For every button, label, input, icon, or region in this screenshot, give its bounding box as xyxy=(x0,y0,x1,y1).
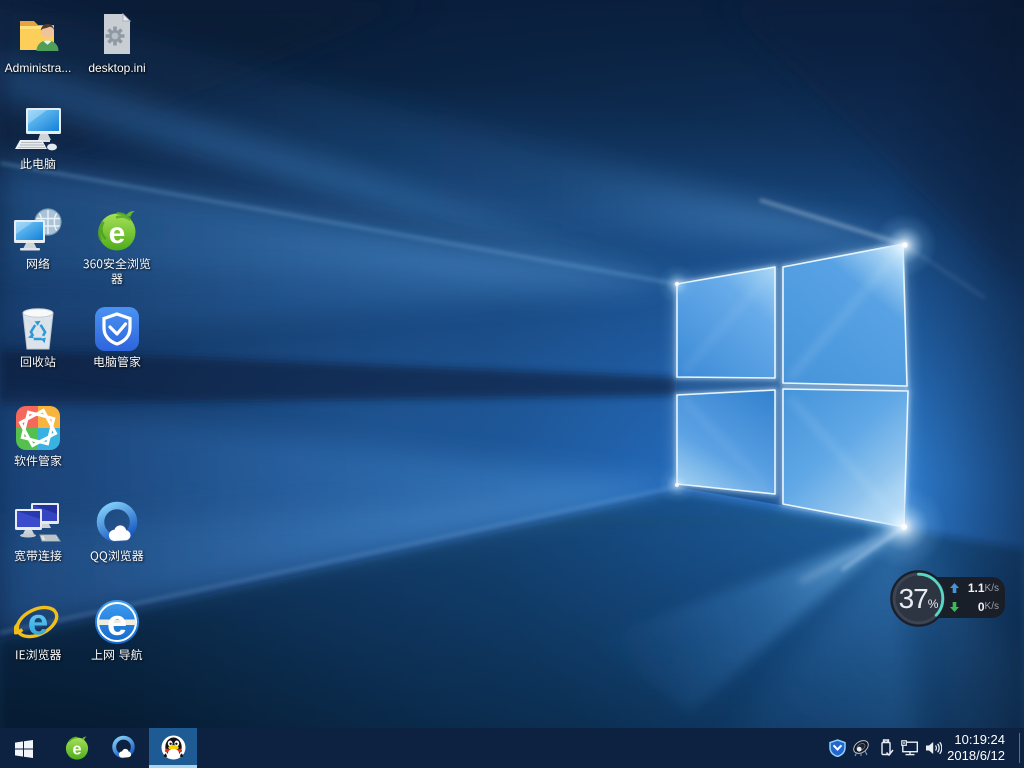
svg-text:e: e xyxy=(107,602,127,643)
svg-text:e: e xyxy=(28,602,49,643)
svg-text:e: e xyxy=(72,741,81,759)
svg-text:e: e xyxy=(109,217,126,250)
